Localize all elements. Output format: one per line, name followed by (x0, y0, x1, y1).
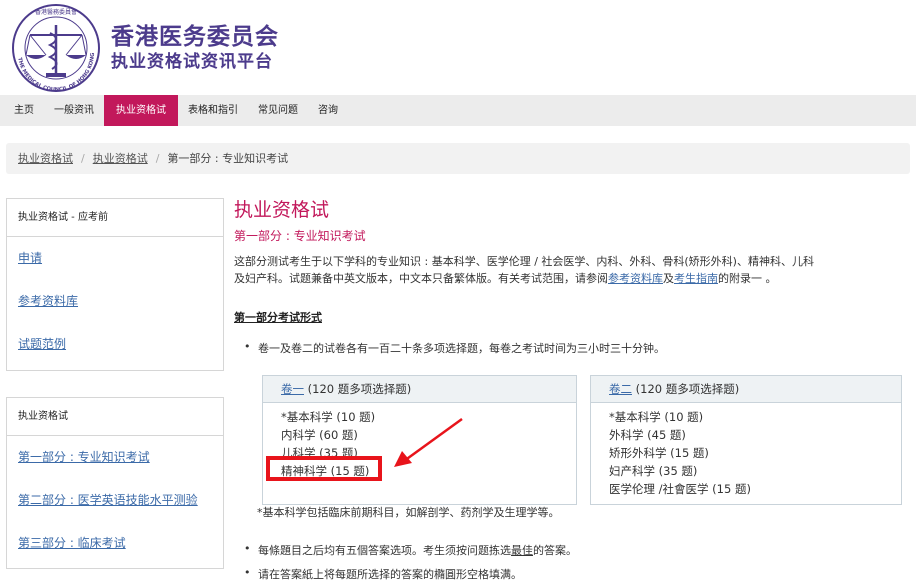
bullet-answer-sheet: 请在答案紙上将每题所选择的答案的橢圓形空格填满。 (244, 566, 522, 582)
breadcrumb-separator: / (155, 152, 160, 165)
page-subtitle: 第一部分 : 专业知识考试 (234, 229, 366, 243)
intro-paragraph: 这部分测试考生于以下学科的专业知识 : 基本科学、医学伦理 / 社会医学、内科、… (234, 253, 910, 287)
site-title[interactable]: 香港医务委员会 (111, 17, 279, 51)
breadcrumb-current: 第一部分 : 专业知识考试 (167, 152, 289, 165)
highlight-box (266, 456, 382, 481)
paper-1-count: (120 题多项选择题) (307, 382, 412, 396)
bullet-answer-text-c: 的答案。 (533, 544, 577, 557)
nav-item-home[interactable]: 主页 (0, 95, 44, 126)
nav-item-forms-guides[interactable]: 表格和指引 (178, 95, 248, 126)
paper-2-subject: 医学伦理 /社會医学 (15 题) (609, 482, 751, 496)
annotation-arrow-icon (394, 417, 463, 467)
site-subtitle[interactable]: 执业资格试资讯平台 (111, 47, 273, 72)
nav-item-licensing-exam[interactable]: 执业资格试 (104, 95, 178, 126)
logo-top-text: 香港醫務委員會 (35, 8, 77, 16)
sidebar-heading: 执业资格试 (7, 398, 223, 436)
bullet-answer-options: 每條題目之后均有五個答案选项。考生须按问题拣选最佳的答案。 (244, 542, 577, 558)
intro-and: 及 (663, 272, 674, 285)
medical-council-logo[interactable]: 香港醫務委員會 THE MEDICAL COUNCIL OF HONG KONG (6, 3, 106, 93)
breadcrumb-link-2[interactable]: 执业资格试 (93, 152, 148, 165)
paper-1-header: 卷一 (120 题多项选择题) (263, 376, 576, 403)
paper-2-header: 卷二 (120 题多项选择题) (591, 376, 901, 403)
candidate-guide-link[interactable]: 考生指南 (674, 272, 718, 285)
intro-text-3: 的附录一 。 (718, 272, 777, 285)
intro-text-1: 这部分测试考生于以下学科的专业知识 : 基本科学、医学伦理 / 社会医学、内科、… (234, 255, 814, 268)
breadcrumb-link-1[interactable]: 执业资格试 (18, 152, 73, 165)
sidebar-link-apply[interactable]: 申请 (7, 237, 223, 280)
breadcrumb: 执业资格试 / 执业资格试 / 第一部分 : 专业知识考试 (6, 143, 910, 174)
paper-2-subject: 妇产科学 (35 题) (609, 464, 698, 478)
format-heading: 第一部分考试形式 (234, 311, 322, 324)
bullet-answer-text-a: 每條題目之后均有五個答案选项。考生须按问题拣选 (258, 544, 511, 557)
main-content: 执业资格试 第一部分 : 专业知识考试 这部分测试考生于以下学科的专业知识 : … (234, 196, 910, 325)
nav-item-general-info[interactable]: 一般资讯 (44, 95, 104, 126)
paper-2-subject: 矫形外科学 (15 题) (609, 446, 709, 460)
sidebar-box-pre-exam: 执业资格试 - 应考前 申请 参考资料库 试题范例 (6, 198, 224, 371)
bullet-answer-best: 最佳 (511, 544, 533, 557)
bullet-exam-duration: 卷一及卷二的试卷各有一百二十条多项选择题，每卷之考试时间为三小时三十分钟。 (244, 340, 665, 356)
paper-2-count: (120 题多项选择题) (635, 382, 740, 396)
paper-2-table: 卷二 (120 题多项选择题) *基本科学 (10 题) 外科学 (45 题) … (590, 375, 902, 505)
reference-library-link[interactable]: 参考资料库 (608, 272, 663, 285)
nav-item-faq[interactable]: 常见问题 (248, 95, 308, 126)
paper-1-label[interactable]: 卷一 (281, 382, 304, 396)
main-nav: 主页 一般资讯 执业资格试 表格和指引 常见问题 咨询 (0, 95, 916, 126)
paper-2-label[interactable]: 卷二 (609, 382, 632, 396)
sidebar-link-part-2[interactable]: 第二部分 : 医学英语技能水平测验 (7, 479, 223, 522)
sidebar-link-part-1[interactable]: 第一部分 : 专业知识考试 (7, 436, 223, 479)
nav-item-enquiry[interactable]: 咨询 (308, 95, 348, 126)
page-title: 执业资格试 (234, 199, 330, 221)
paper-2-subject: 外科学 (45 题) (609, 428, 686, 442)
sidebar-link-reference-library[interactable]: 参考资料库 (7, 280, 223, 323)
basic-science-note: *基本科学包括臨床前期科目，如解剖学、药剂学及生理学等。 (257, 506, 560, 519)
sidebar-heading: 执业资格试 - 应考前 (7, 199, 223, 237)
breadcrumb-separator: / (81, 152, 85, 165)
sidebar-link-part-3[interactable]: 第三部分 : 临床考试 (7, 522, 223, 565)
paper-2-subject: *基本科学 (10 题) (609, 410, 704, 424)
site-header: 香港醫務委員會 THE MEDICAL COUNCIL OF HONG KONG… (0, 0, 916, 95)
intro-text-2: 及妇产科。试题兼备中英文版本，中文本只备繁体版。有关考试范围，请参阅 (234, 272, 608, 285)
sidebar-box-exam: 执业资格试 第一部分 : 专业知识考试 第二部分 : 医学英语技能水平测验 第三… (6, 397, 224, 569)
sidebar-link-sample-questions[interactable]: 试题范例 (7, 323, 223, 366)
